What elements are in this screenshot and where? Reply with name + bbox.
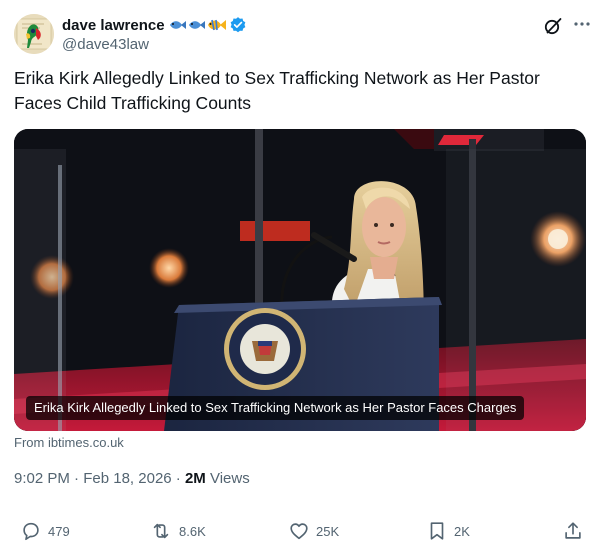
fish-emoji-icon (188, 21, 205, 29)
meta-separator: · (74, 470, 80, 487)
name-emojis (168, 17, 226, 33)
repost-button[interactable]: 8.6K (149, 518, 206, 544)
meta-separator: · (175, 470, 181, 487)
tropical-fish-emoji-icon (207, 19, 226, 31)
share-button[interactable] (562, 518, 590, 544)
reply-icon (23, 522, 39, 541)
author-handle[interactable]: @dave43law (62, 36, 149, 53)
repost-icon (153, 523, 169, 539)
share-icon (565, 522, 581, 539)
avatar[interactable] (14, 14, 54, 54)
post-meta: 9:02 PM · Feb 18, 2026 · 2M Views (14, 470, 250, 487)
heart-icon (290, 523, 308, 540)
fish-emoji-icon (169, 21, 186, 29)
action-bar: 479 8.6K 25K 2K (14, 518, 586, 544)
display-name[interactable]: dave lawrence (62, 17, 165, 34)
bookmark-button[interactable]: 2K (426, 518, 470, 544)
reply-count: 479 (48, 523, 70, 539)
grok-icon[interactable] (543, 16, 563, 36)
repost-count: 8.6K (179, 523, 206, 539)
link-card-media[interactable]: Erika Kirk Allegedly Linked to Sex Traff… (14, 129, 586, 431)
name-row: dave lawrence (62, 15, 247, 35)
views-count: 2M (184, 470, 206, 487)
bookmark-icon (430, 522, 444, 540)
reply-button[interactable]: 479 (20, 518, 70, 544)
link-source[interactable]: From ibtimes.co.uk (14, 435, 124, 450)
post-header: dave lawrence @dave43law (14, 12, 590, 56)
views-label: Views (209, 470, 250, 487)
post-date[interactable]: Feb 18, 2026 (83, 470, 171, 487)
media-caption: Erika Kirk Allegedly Linked to Sex Traff… (26, 396, 525, 420)
like-button[interactable]: 25K (288, 518, 339, 544)
post-text: Erika Kirk Allegedly Linked to Sex Traff… (14, 68, 540, 113)
post-time[interactable]: 9:02 PM (14, 470, 70, 487)
like-count: 25K (316, 523, 340, 539)
verified-badge-icon[interactable] (229, 16, 247, 34)
bookmark-count: 2K (454, 523, 470, 539)
more-options-icon[interactable] (570, 14, 594, 34)
article-photo (14, 129, 586, 431)
